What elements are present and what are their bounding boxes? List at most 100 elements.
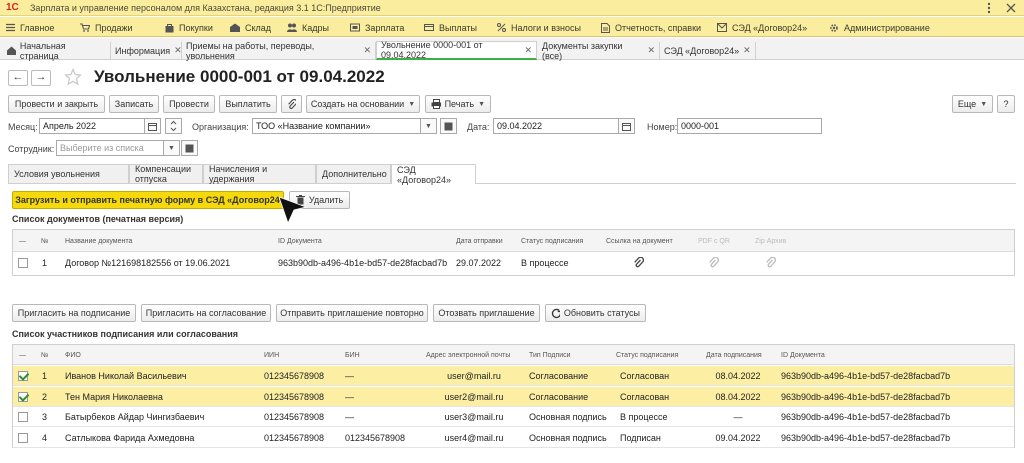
close-window-icon[interactable] (1004, 1, 1018, 15)
tab-dismissal[interactable]: Увольнение 0000-001 от 09.04.2022 ✕ (376, 40, 537, 60)
menu-item-salary[interactable]: Зарплата (350, 21, 404, 34)
menu-label: СЭД «Договор24» (732, 22, 808, 33)
table-row[interactable]: 1 Договор №121698182556 от 19.06.2021 96… (13, 255, 1014, 272)
table-row[interactable]: 1 Иванов Николай Васильевич 012345678908… (13, 366, 1014, 386)
close-icon[interactable]: ✕ (743, 45, 751, 56)
sign-status: Согласован (620, 391, 670, 402)
tab-dismissal-conditions[interactable]: Условия увольнения (8, 164, 129, 183)
print-button[interactable]: Печать ▼ (425, 95, 491, 113)
create-based-on-button[interactable]: Создать на основании ▼ (306, 95, 420, 113)
organization-dropdown-button[interactable]: ▼ (420, 118, 437, 134)
menu-item-payments[interactable]: Выплаты (424, 21, 477, 34)
column-header: Zip Архив (755, 238, 787, 245)
tab-hires[interactable]: Приемы на работы, переводы, увольнения ✕ (182, 41, 376, 61)
invite-sign-button[interactable]: Пригласить на подписание (12, 304, 136, 322)
forward-button[interactable]: → (31, 70, 51, 86)
button-label: Удалить (308, 195, 344, 205)
month-label: Месяц: (8, 122, 38, 132)
menu-item-purchases[interactable]: Покупки (165, 21, 213, 34)
participant-email: user@mail.ru (447, 371, 501, 381)
pay-button[interactable]: Выплатить (219, 95, 277, 113)
menu-item-taxes[interactable]: Налоги и взносы (497, 21, 581, 34)
menu-item-hr[interactable]: Кадры (287, 21, 329, 34)
button-label: Загрузить и отправить печатную форму в С… (15, 195, 285, 205)
revoke-invite-button[interactable]: Отозвать приглашение (433, 304, 540, 322)
close-icon[interactable]: ✕ (174, 45, 182, 56)
menu-item-admin[interactable]: Администрирование (829, 21, 930, 34)
document-link-icon[interactable] (633, 257, 644, 269)
row-checkbox[interactable] (18, 371, 28, 381)
organization-field[interactable]: ТОО «Название компании» (252, 118, 421, 134)
open-windows-tabs: Начальная страница Информация ✕ Приемы на… (0, 38, 1024, 61)
open-employee-button[interactable] (181, 140, 198, 156)
participant-bin: — (345, 412, 354, 422)
upload-send-button[interactable]: Загрузить и отправить печатную форму в С… (12, 191, 285, 209)
title-bar: 1С Зарплата и управление персоналом для … (0, 0, 1024, 16)
column-header: ИИН (264, 352, 280, 359)
post-button[interactable]: Провести (163, 95, 215, 113)
menu-item-warehouse[interactable]: Склад (230, 21, 271, 34)
payments-icon (424, 24, 434, 31)
participant-email: user4@mail.ru (444, 432, 504, 443)
column-header: Дата подписания (706, 352, 762, 359)
row-checkbox[interactable] (18, 432, 28, 443)
calendar-icon (148, 122, 157, 131)
column-header: Ссылка на документ (606, 238, 673, 245)
table-row[interactable]: 3 Батырбеков Айдар Чингизбаевич 01234567… (13, 407, 1014, 427)
close-icon[interactable]: ✕ (363, 45, 371, 56)
tab-accruals[interactable]: Начисления и удержания (203, 164, 316, 184)
close-icon[interactable]: ✕ (524, 45, 532, 56)
row-checkbox[interactable] (18, 391, 28, 402)
tab-additional[interactable]: Дополнительно (316, 164, 391, 183)
tab-home[interactable]: Начальная страница (3, 41, 111, 61)
menu-item-sed[interactable]: СЭД «Договор24» (717, 21, 807, 34)
sign-status: В процессе (521, 258, 569, 268)
calendar-button[interactable] (144, 118, 161, 134)
sign-status: Подписан (620, 432, 661, 443)
menu-item-sales[interactable]: Продажи (80, 21, 133, 34)
more-button[interactable]: Еще ▼ (952, 95, 993, 113)
employee-dropdown-button[interactable]: ▼ (163, 140, 180, 156)
row-checkbox[interactable] (18, 412, 28, 422)
number-label: Номер: (647, 122, 678, 132)
paperclip-icon (288, 98, 296, 109)
employee-field[interactable]: Выберите из списка (56, 140, 164, 156)
row-number: 2 (42, 391, 48, 402)
number-field[interactable]: 0000-001 (677, 118, 822, 134)
help-button[interactable]: ? (997, 95, 1015, 113)
month-spin-button[interactable] (165, 118, 182, 134)
close-icon[interactable]: ✕ (647, 45, 655, 56)
table-row[interactable]: 2 Тен Мария Николаевна 012345678908 — us… (13, 386, 1014, 407)
pdf-link-icon (708, 257, 719, 269)
post-and-close-button[interactable]: Провести и закрыть (8, 95, 105, 113)
printer-icon (431, 99, 441, 109)
menu-label: Покупки (179, 22, 213, 33)
row-checkbox[interactable] (18, 258, 28, 268)
favorite-star-icon[interactable] (64, 68, 82, 86)
open-organization-button[interactable] (440, 118, 457, 134)
month-field[interactable]: Апрель 2022 (39, 118, 145, 134)
sign-date: — (733, 412, 743, 422)
tab-vacation-compensation[interactable]: Компенсации отпуска (129, 164, 203, 184)
invite-approve-button[interactable]: Пригласить на согласование (141, 304, 271, 322)
participant-bin: — (345, 391, 354, 402)
tab-sed[interactable]: СЭД «Договор24» ✕ (660, 42, 756, 59)
save-button[interactable]: Записать (109, 95, 159, 113)
date-calendar-button[interactable] (618, 118, 635, 134)
date-field[interactable]: 09.04.2022 (493, 118, 619, 134)
resend-invite-button[interactable]: Отправить приглашение повторно (276, 304, 428, 322)
participant-iin: 012345678908 (264, 391, 325, 402)
column-header: — (19, 238, 26, 245)
table-row[interactable]: 4 Сатлыкова Фарида Ахмедовна 01234567890… (13, 428, 1014, 448)
menu-item-reports[interactable]: Отчетность, справки (601, 21, 701, 34)
tab-sed-dogovor24[interactable]: СЭД «Договор24» (391, 164, 476, 185)
more-menu-icon[interactable] (982, 1, 996, 15)
attach-button[interactable] (281, 95, 302, 113)
tab-info[interactable]: Информация ✕ (111, 42, 182, 59)
organization-label: Организация: (192, 122, 249, 132)
tab-purchase-docs[interactable]: Документы закупки (все) ✕ (538, 41, 660, 61)
dropdown-caret-icon: ▼ (478, 100, 485, 108)
back-button[interactable]: ← (8, 70, 28, 86)
menu-item-main[interactable]: Главное (6, 21, 54, 34)
refresh-statuses-button[interactable]: Обновить статусы (545, 304, 646, 322)
